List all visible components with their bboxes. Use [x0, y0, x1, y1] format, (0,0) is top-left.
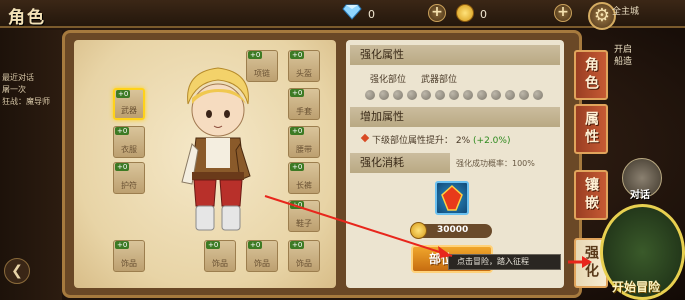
page-title: 角色 [8, 8, 46, 28]
topright-text-1: 全主城 [612, 7, 640, 17]
bonus-value: 2% [455, 136, 471, 146]
slot-shoulder[interactable]: +0 护符 [113, 162, 145, 194]
level-dot-1 [365, 90, 375, 100]
gold-count: 0 [480, 8, 487, 21]
slot-belt[interactable]: +0 腰带 [288, 126, 320, 158]
add-diamond-button[interactable]: + [428, 4, 446, 22]
level-dot-6 [435, 90, 445, 100]
diamond-count: 0 [368, 8, 375, 21]
slot-shoes[interactable]: +0 鞋子 [288, 200, 320, 232]
level-dot-8 [463, 90, 473, 100]
level-dot-11 [505, 90, 515, 100]
tooltip: 点击冒险，踏入征程 [448, 254, 561, 270]
adventure-label: 开始冒险 [612, 280, 661, 294]
topright-text-3: 船造 [614, 57, 633, 67]
level-dot-2 [379, 90, 389, 100]
gold-coin-icon [456, 4, 474, 22]
gold-cost: 30000 [437, 225, 469, 235]
diamond-icon [342, 4, 362, 20]
slot-ornament-4[interactable]: +0 饰品 [288, 240, 320, 272]
level-dot-7 [449, 90, 459, 100]
level-dot-3 [393, 90, 403, 100]
gem-material-icon [441, 184, 463, 211]
left-chip-3: 狂战：魔导师 [2, 97, 50, 106]
gold-cost-icon [410, 222, 427, 239]
slot-ornament-1[interactable]: +0 饰品 [113, 240, 145, 272]
tab-attributes[interactable]: 属性 [574, 104, 608, 154]
left-chip-1: 最近对话 [2, 73, 34, 82]
slot-weapon[interactable]: +0 武器 [113, 88, 145, 120]
bonus-attr-header: 增加属性 [350, 107, 560, 127]
strengthen-attr-header: 强化属性 [350, 45, 560, 65]
cost-header: 强化消耗 [350, 153, 450, 173]
level-dot-5 [421, 90, 431, 100]
slot-pants[interactable]: +0 长裤 [288, 162, 320, 194]
slot-ornament-2[interactable]: +0 饰品 [204, 240, 236, 272]
talk-label: 对话 [630, 190, 650, 201]
level-dot-13 [533, 90, 543, 100]
material-slot[interactable] [435, 181, 469, 215]
level-dot-10 [491, 90, 501, 100]
part-label: 强化部位 [370, 75, 407, 85]
part-value: 武器部位 [421, 75, 458, 85]
tab-inlay[interactable]: 镶嵌 [574, 170, 608, 220]
add-gold-button[interactable]: + [554, 4, 572, 22]
bonus-line: 下级部位属性提升： 2% (+2.0%) [362, 133, 510, 146]
level-dot-12 [519, 90, 529, 100]
left-chip-2: 屠一次 [2, 85, 26, 94]
bonus-text: 下级部位属性提升： [372, 136, 454, 146]
slot-helmet[interactable]: +0 头盔 [288, 50, 320, 82]
success-rate: 强化成功概率：100% [456, 159, 535, 168]
level-dot-9 [477, 90, 487, 100]
level-dot-4 [407, 90, 417, 100]
bonus-delta: (+2.0%) [473, 136, 511, 146]
tab-character[interactable]: 角色 [574, 50, 608, 100]
slot-gloves[interactable]: +0 手套 [288, 88, 320, 120]
slot-clothes[interactable]: +0 衣服 [113, 126, 145, 158]
character-avatar [181, 67, 251, 231]
chevron-left-icon[interactable]: ❮ [4, 258, 30, 284]
slot-ornament-3[interactable]: +0 饰品 [246, 240, 278, 272]
